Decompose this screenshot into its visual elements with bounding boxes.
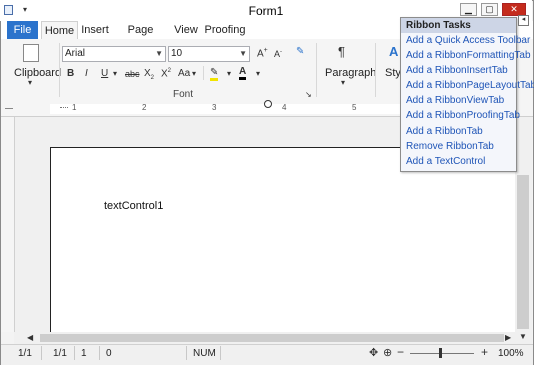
shrink-font-icon[interactable]: A- (274, 49, 282, 59)
document-text[interactable]: textControl1 (104, 200, 163, 212)
task-add-page-layout-tab[interactable]: Add a RibbonPageLayoutTab (406, 80, 534, 91)
subscript-icon[interactable]: X2 (144, 68, 154, 81)
ruler-mark: 1 (72, 103, 77, 112)
smart-tag-glyph-icon[interactable]: ◂ (518, 15, 529, 26)
clipboard-dropdown-icon[interactable]: ▾ (28, 78, 32, 87)
underline-dropdown-icon[interactable]: ▾ (113, 69, 117, 78)
horizontal-scroll-thumb[interactable] (40, 334, 504, 342)
task-add-insert-tab[interactable]: Add a RibbonInsertTab (406, 65, 508, 76)
styles-icon[interactable]: A (389, 44, 398, 59)
font-group-label: Font (173, 89, 194, 100)
ruler-mark: 2 (142, 103, 147, 112)
task-add-proofing-tab[interactable]: Add a RibbonProofingTab (406, 110, 520, 121)
bold-icon[interactable]: B (67, 68, 74, 79)
font-size-combo[interactable]: 10 ▼ (168, 46, 250, 62)
paste-icon[interactable] (23, 44, 39, 62)
task-add-view-tab[interactable]: Add a RibbonViewTab (406, 95, 504, 106)
status-separator (41, 346, 42, 360)
zoom-slider-thumb[interactable] (439, 348, 442, 358)
font-color-dropdown-icon[interactable]: ▾ (256, 69, 260, 78)
move-icon[interactable]: ✥ (369, 346, 378, 359)
zoom-out-icon[interactable]: − (397, 345, 404, 359)
italic-icon[interactable]: I (85, 68, 88, 79)
tab-file[interactable]: File (7, 21, 38, 39)
font-name-combo[interactable]: Arial ▼ (62, 46, 166, 62)
status-separator (220, 346, 221, 360)
maximize-button[interactable]: ▢ (481, 3, 498, 16)
ruler-ticks (60, 107, 68, 109)
status-section: 1/1 (53, 348, 67, 359)
group-separator (59, 43, 60, 97)
ruler-mark: 5 (352, 103, 357, 112)
ruler-indent-marker[interactable] (264, 100, 272, 108)
status-num-lock: NUM (193, 348, 216, 359)
change-case-icon[interactable]: Aa (178, 68, 190, 79)
zoom-in-icon[interactable]: + (481, 345, 488, 359)
task-add-quick-access-toolbar[interactable]: Add a Quick Access Toolbar (406, 35, 530, 46)
tab-home[interactable]: Home (41, 21, 78, 39)
vertical-ruler[interactable] (1, 117, 15, 332)
superscript-icon[interactable]: X2 (161, 68, 171, 79)
status-page: 1/1 (18, 348, 32, 359)
tab-insert[interactable]: Insert (80, 21, 110, 39)
status-separator (99, 346, 100, 360)
font-size-value: 10 (171, 48, 183, 59)
status-column: 0 (106, 348, 112, 359)
group-separator (316, 43, 317, 97)
strikethrough-icon[interactable]: abc (125, 69, 140, 79)
zoom-slider-track[interactable] (410, 353, 474, 354)
task-add-formatting-tab[interactable]: Add a RibbonFormattingTab (406, 50, 531, 61)
ruler-mark: 3 (212, 103, 217, 112)
tab-proofing[interactable]: Proofing (204, 21, 246, 39)
underline-icon[interactable]: U (101, 68, 108, 79)
scroll-right-arrow-icon[interactable]: ▶ (505, 333, 511, 342)
zoom-level: 100% (498, 348, 524, 359)
format-separator (203, 66, 204, 80)
font-name-value: Arial (65, 48, 86, 59)
group-separator (375, 43, 376, 97)
task-add-ribbon-tab[interactable]: Add a RibbonTab (406, 126, 483, 137)
paragraph-label[interactable]: Paragraph (325, 67, 376, 79)
font-color-icon[interactable]: A (239, 66, 247, 80)
window-title: Form1 (248, 4, 284, 18)
scroll-down-arrow-icon[interactable]: ▼ (519, 332, 527, 341)
ruler-tab-selector[interactable] (5, 108, 13, 109)
minimize-button[interactable]: ▁ (460, 3, 477, 16)
font-dialog-launcher-icon[interactable]: ↘ (305, 90, 312, 99)
vertical-scroll-thumb[interactable] (517, 175, 529, 329)
ruler-mark: 4 (282, 103, 287, 112)
tab-page-layout[interactable]: Page Layout (114, 21, 167, 54)
ribbon-tasks-title: Ribbon Tasks (406, 20, 471, 31)
clipboard-label[interactable]: Clipboard (14, 67, 61, 79)
paragraph-dropdown-icon[interactable]: ▾ (341, 78, 345, 87)
highlight-dropdown-icon[interactable]: ▾ (227, 69, 231, 78)
highlight-color-icon[interactable]: ✎ (210, 67, 219, 81)
paragraph-icon[interactable]: ¶ (338, 44, 345, 59)
clear-formatting-icon[interactable]: ✎ (296, 46, 304, 57)
zoom-target-icon[interactable]: ⊕ (383, 346, 392, 359)
status-line: 1 (81, 348, 87, 359)
tab-view[interactable]: View (172, 21, 200, 39)
document-page[interactable] (50, 147, 521, 338)
grow-font-icon[interactable]: A+ (257, 47, 268, 59)
scroll-left-arrow-icon[interactable]: ◀ (27, 333, 33, 342)
status-separator (186, 346, 187, 360)
task-remove-ribbon-tab[interactable]: Remove RibbonTab (406, 141, 494, 152)
change-case-dropdown-icon[interactable]: ▾ (192, 69, 196, 78)
task-add-text-control[interactable]: Add a TextControl (406, 156, 485, 167)
status-separator (74, 346, 75, 360)
